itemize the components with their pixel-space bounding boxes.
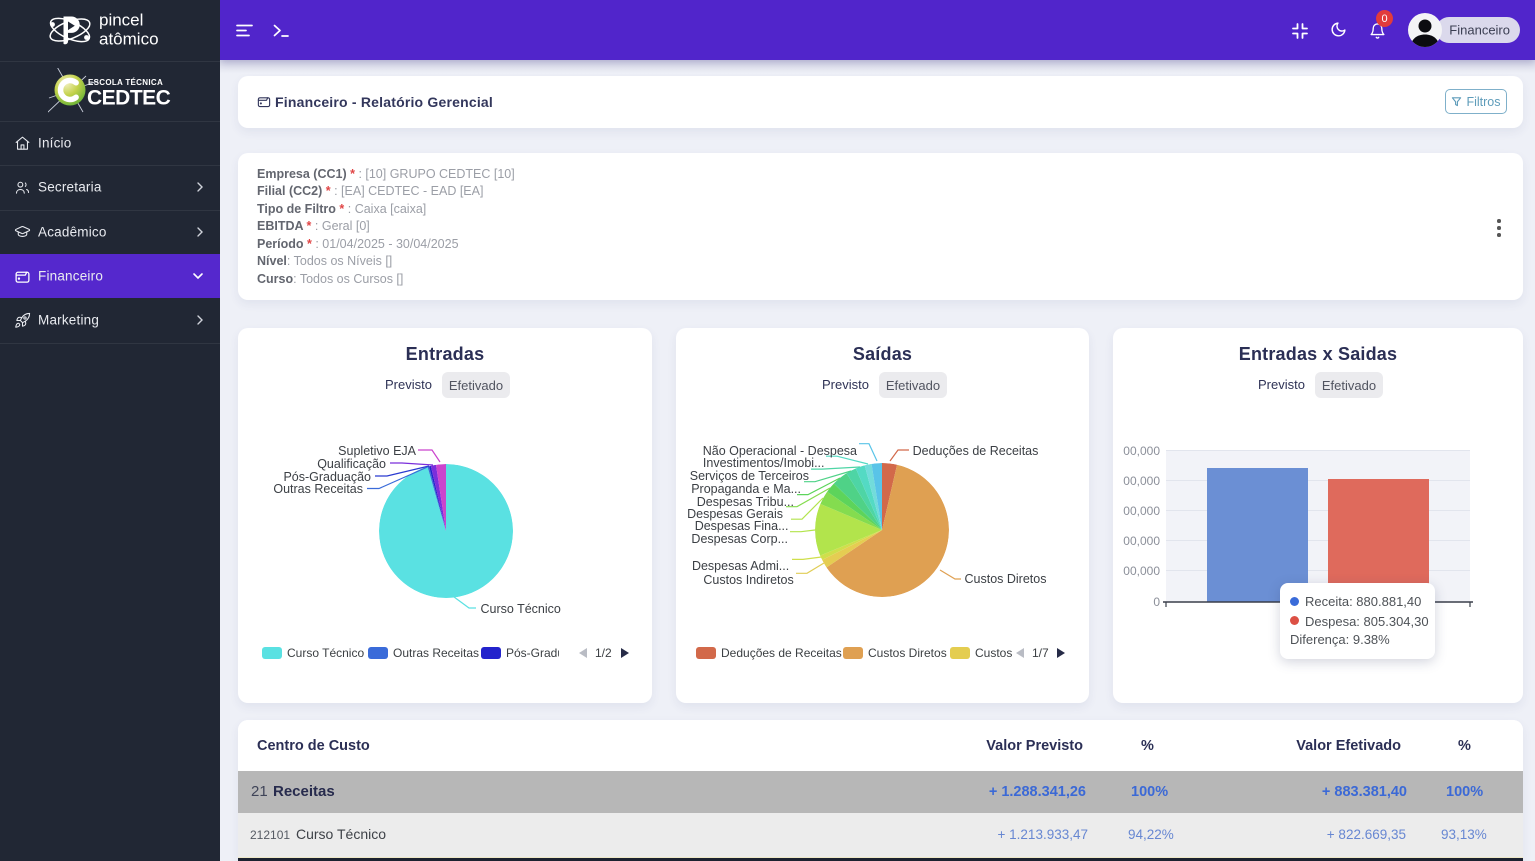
svg-text:atômico: atômico <box>99 30 159 49</box>
svg-text:pincel: pincel <box>99 11 143 30</box>
svg-text:CEDTEC: CEDTEC <box>87 87 171 110</box>
